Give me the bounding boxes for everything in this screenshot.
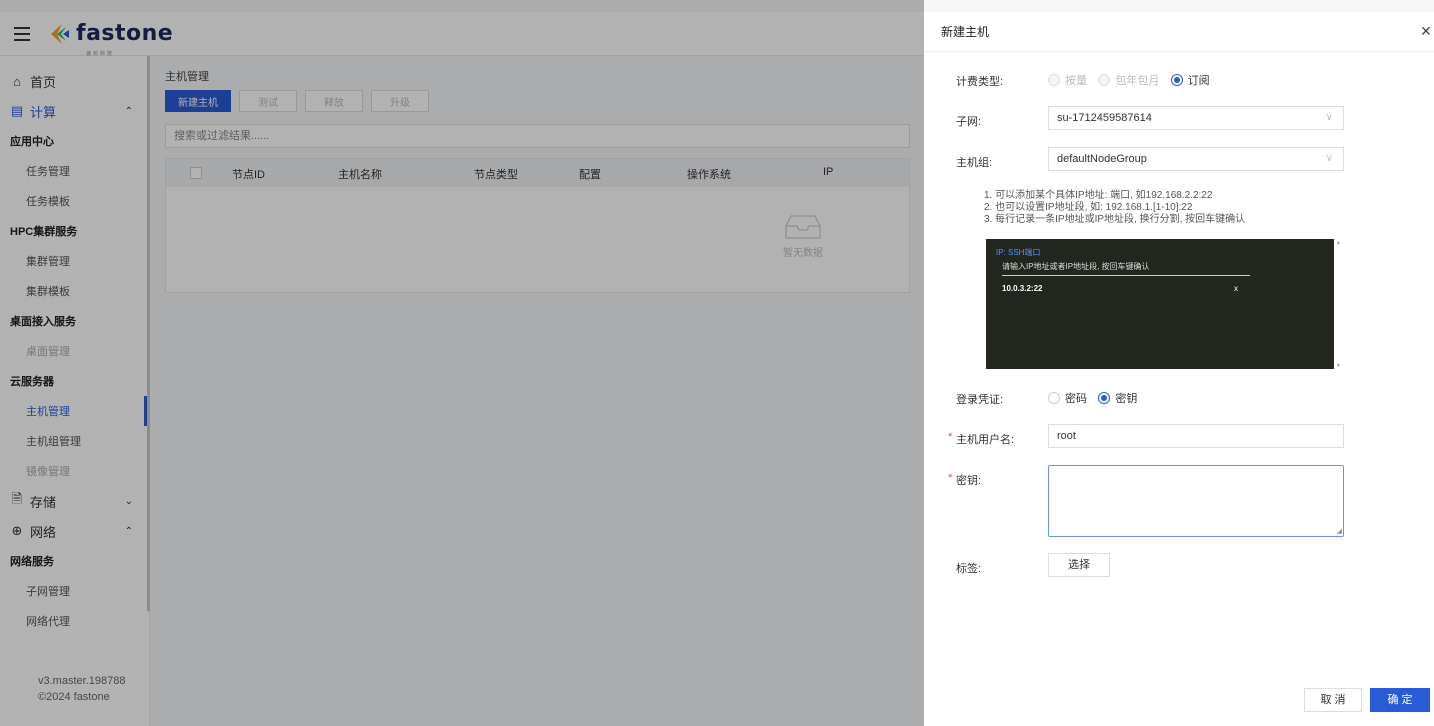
ip-terminal[interactable]: IP: SSH端口 请输入IP地址或者IP地址段, 按回车键确认 10.0.3.… [986,239,1334,369]
hint-line: 1. 可以添加某个具体IP地址: 端口, 如192.168.2.2:22 [984,190,1213,201]
drawer-title: 新建主机 [941,25,990,39]
hint-line: 2. 也可以设置IP地址段, 如: 192.168.1.[1-10]:22 [984,202,1193,213]
username-input[interactable]: root [1048,424,1344,448]
tags-label: 标签: [956,563,982,575]
cancel-button[interactable]: 取 消 [1304,688,1362,712]
new-host-drawer: 新建主机 ✕ 计费类型: 按量 包年包月 订阅 子网: su-171245958… [924,12,1434,726]
ip-hints: 1. 可以添加某个具体IP地址: 端口, 如192.168.2.2:22 2. … [984,190,1245,226]
billing-radio-subscription[interactable]: 订阅 [1170,72,1210,88]
drawer-header: 新建主机 ✕ [924,12,1434,52]
modal-overlay[interactable] [0,0,924,726]
host-group-label: 主机组: [956,157,993,169]
remove-entry-icon[interactable]: x [1234,284,1238,293]
scroll-up-icon[interactable]: ▴ [1337,239,1340,246]
subnet-label: 子网: [956,116,982,128]
key-textarea[interactable]: ◢ [1048,465,1344,537]
host-group-value: defaultNodeGroup [1057,153,1147,165]
resize-grip-icon[interactable]: ◢ [1337,527,1342,535]
billing-radio-monthly[interactable]: 包年包月 [1098,72,1159,88]
chevron-down-icon: ∨ [1325,112,1333,123]
credential-radio-password[interactable]: 密码 [1048,390,1087,406]
credential-radio-key[interactable]: 密钥 [1098,390,1137,406]
terminal-input[interactable]: 请输入IP地址或者IP地址段, 按回车键确认 [1002,261,1250,276]
scroll-down-icon[interactable]: ▾ [1337,362,1340,369]
subnet-select[interactable]: su-1712459587614 ∨ [1048,106,1344,130]
billing-radio-payg[interactable]: 按量 [1048,72,1087,88]
billing-label: 计费类型: [956,76,1004,88]
credential-label: 登录凭证: [956,394,1004,406]
chevron-down-icon: ∨ [1325,153,1333,164]
billing-options: 按量 包年包月 订阅 [1048,72,1218,89]
credential-options: 密码 密钥 [1048,390,1145,407]
host-group-select[interactable]: defaultNodeGroup ∨ [1048,147,1344,171]
terminal-entry: 10.0.3.2:22 [1002,284,1043,293]
username-label: * 主机用户名: [948,431,1015,446]
hint-line: 3. 每行记录一条IP地址或IP地址段, 换行分割, 按回车键确认 [984,214,1246,225]
confirm-button[interactable]: 确 定 [1370,688,1430,712]
select-tags-button[interactable]: 选择 [1048,553,1110,577]
terminal-scrollbar[interactable]: ▴ ▾ [1337,239,1341,369]
key-label: * 密钥: [948,472,982,487]
close-icon[interactable]: ✕ [1418,23,1434,39]
terminal-title: IP: SSH端口 [996,248,1041,257]
subnet-value: su-1712459587614 [1057,112,1152,124]
